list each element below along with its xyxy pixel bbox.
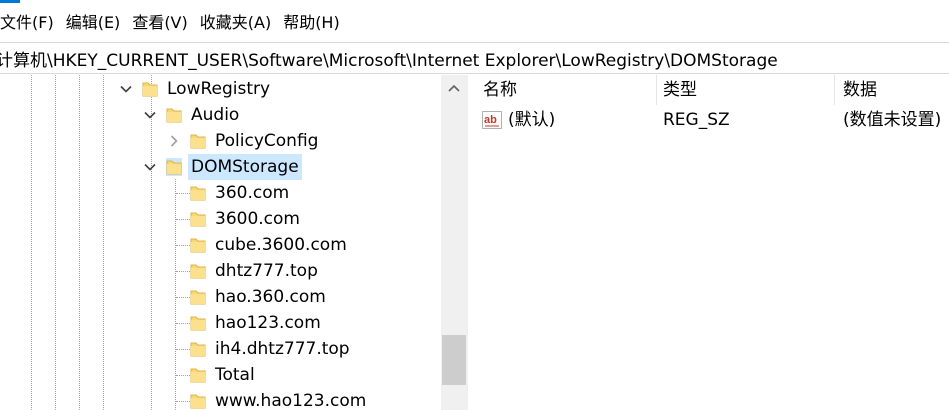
tree-node-label: dhtz777.top [215, 261, 318, 281]
menu-bar: 文件(F) 编辑(E) 查看(V) 收藏夹(A) 帮助(H) [0, 0, 949, 42]
svg-text:ab: ab [484, 114, 497, 126]
tree-node-label: DOMStorage [188, 154, 302, 180]
chevron-down-icon[interactable] [142, 159, 158, 175]
tree-branch-line [176, 297, 190, 298]
tree-node-child[interactable]: dhtz777.top [190, 258, 321, 284]
tree-branch-line [176, 349, 190, 350]
tree-branch-line [176, 323, 190, 324]
tree-node-label: Audio [191, 105, 240, 125]
tree-node-label: PolicyConfig [215, 131, 319, 151]
menu-edit[interactable]: 编辑(E) [66, 8, 127, 38]
list-item[interactable]: ab (默认) REG_SZ (数值未设置) [475, 107, 949, 133]
tree-node-child[interactable]: 360.com [190, 180, 292, 206]
value-name: (默认) [508, 110, 556, 130]
tree-node-label: 360.com [215, 183, 290, 203]
tree-node-label: www.hao123.com [215, 391, 367, 410]
tree-node-label: LowRegistry [167, 79, 271, 99]
registry-tree[interactable]: LowRegistry Audio PolicyConfig DOMStorag… [0, 75, 467, 410]
tree-guide-line [55, 75, 56, 410]
value-data: (数值未设置) [843, 110, 942, 130]
tree-node-policyconfig[interactable]: PolicyConfig [166, 128, 321, 154]
address-path[interactable]: 计算机\HKEY_CURRENT_USER\Software\Microsoft… [0, 46, 778, 71]
tree-node-label: 3600.com [215, 209, 300, 229]
folder-icon [190, 288, 206, 306]
values-list[interactable]: 名称 类型 数据 ab (默认) REG_SZ (数值未设置) [475, 75, 949, 410]
folder-icon [190, 262, 206, 280]
column-header-type[interactable]: 类型 [655, 75, 835, 105]
tree-node-child[interactable]: 3600.com [190, 206, 303, 232]
tree-node-domstorage[interactable]: DOMStorage [142, 154, 302, 180]
tree-guide-line [103, 75, 104, 410]
tree-node-lowregistry[interactable]: LowRegistry [118, 76, 273, 102]
tree-branch-line [176, 219, 190, 220]
folder-icon [166, 158, 182, 176]
tree-node-label: ih4.dhtz777.top [215, 339, 350, 359]
tree-node-child[interactable]: Total [190, 362, 258, 388]
chevron-down-icon[interactable] [142, 107, 158, 123]
address-bar[interactable]: 计算机\HKEY_CURRENT_USER\Software\Microsoft… [0, 42, 949, 74]
tree-node-child[interactable]: www.hao123.com [190, 388, 369, 410]
tree-branch-line [176, 271, 190, 272]
folder-icon [190, 392, 206, 410]
tree-branch-line [176, 193, 190, 194]
menu-file[interactable]: 文件(F) [0, 8, 60, 38]
chevron-down-icon[interactable] [118, 81, 134, 97]
menu-help[interactable]: 帮助(H) [283, 8, 346, 38]
tree-guide-line [31, 75, 32, 410]
pane-splitter[interactable] [467, 75, 475, 410]
tree-node-child[interactable]: ih4.dhtz777.top [190, 336, 353, 362]
tree-branch-line [176, 401, 190, 402]
tree-branch-line [176, 375, 190, 376]
folder-icon [190, 314, 206, 332]
ab-string-icon: ab [482, 111, 502, 129]
folder-icon [142, 80, 158, 98]
column-header-name[interactable]: 名称 [475, 75, 657, 105]
tree-node-child[interactable]: cube.3600.com [190, 232, 350, 258]
menu-view[interactable]: 查看(V) [132, 8, 193, 38]
folder-icon [190, 184, 206, 202]
tree-node-child[interactable]: hao123.com [190, 310, 324, 336]
value-type: REG_SZ [663, 110, 730, 130]
tree-scrollbar[interactable] [441, 75, 467, 410]
menu-favorites[interactable]: 收藏夹(A) [200, 8, 277, 38]
tree-node-label: hao.360.com [215, 287, 326, 307]
folder-icon [190, 236, 206, 254]
folder-icon [190, 210, 206, 228]
tree-node-label: Total [215, 365, 255, 385]
tree-node-label: hao123.com [215, 313, 321, 333]
tree-branch-line [176, 245, 190, 246]
list-header: 名称 类型 数据 [475, 75, 949, 105]
chevron-right-icon[interactable] [166, 133, 182, 149]
tree-guide-line [79, 75, 80, 410]
tree-node-child[interactable]: hao.360.com [190, 284, 329, 310]
tree-node-audio[interactable]: Audio [142, 102, 242, 128]
folder-icon [190, 132, 206, 150]
folder-icon [190, 340, 206, 358]
folder-icon [166, 106, 182, 124]
folder-icon [190, 366, 206, 384]
scroll-up-arrow-icon[interactable] [441, 75, 467, 101]
scroll-thumb[interactable] [442, 335, 466, 385]
tree-node-label: cube.3600.com [215, 235, 347, 255]
column-header-data[interactable]: 数据 [835, 75, 949, 105]
